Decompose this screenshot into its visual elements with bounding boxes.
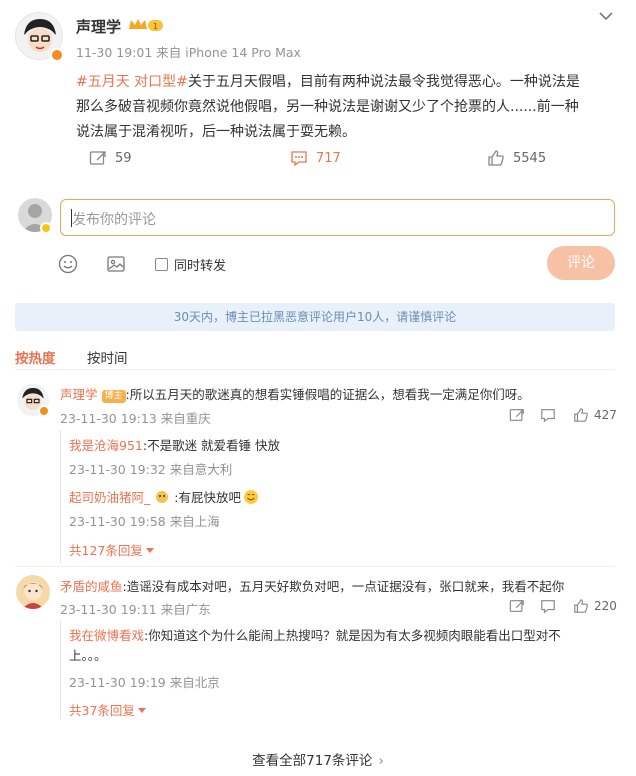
comment-notice: 30天内，博主已拉黑恶意评论用户10人，请谨慎评论 xyxy=(15,303,615,331)
reply-thread xyxy=(60,621,61,719)
comment-meta: 23-11-30 19:13 来自重庆 xyxy=(60,411,211,426)
post-author-name[interactable]: 声理学 xyxy=(76,16,121,37)
reply-icon[interactable] xyxy=(540,407,556,423)
topic-tag-link[interactable]: #五月天 对口型# xyxy=(76,74,188,90)
smile-emoji-icon xyxy=(243,489,259,505)
view-all-comments-link[interactable]: 查看全部717条评论 › xyxy=(0,749,636,769)
author-badge: 博主 xyxy=(101,390,126,403)
crown-badge-icon: 1 xyxy=(128,17,164,33)
like-button[interactable]: 5545 xyxy=(487,150,546,166)
reply-item: 我在微博看戏:你知道这个为什么能闹上热搜吗？就是因为有太多视频肉眼能看出口型对不… xyxy=(69,628,561,663)
submit-comment-button[interactable]: 评论 xyxy=(547,246,615,280)
also-repost-checkbox[interactable]: 同时转发 xyxy=(155,255,226,274)
reply-meta: 23-11-30 19:32 来自意大利 xyxy=(69,462,233,477)
image-icon[interactable] xyxy=(106,254,126,274)
comment-input[interactable]: 发布你的评论 xyxy=(60,199,615,236)
caret-down-icon xyxy=(145,548,154,553)
post-body: #五月天 对口型#关于五月天假唱，目前有两种说法最令我觉得恶心。一种说法是 那么… xyxy=(76,74,580,140)
reply-meta: 23-11-30 19:19 来自北京 xyxy=(69,675,220,690)
reply-author-link[interactable]: 起司奶油猪阿_ xyxy=(69,487,150,506)
reply-thread xyxy=(60,430,61,563)
divider xyxy=(15,566,615,567)
comment-meta: 23-11-30 19:11 来自广东 xyxy=(60,602,211,617)
post-meta: 11-30 19:01 来自 iPhone 14 Pro Max xyxy=(76,45,301,60)
chevron-down-icon[interactable] xyxy=(597,8,615,22)
tab-by-time[interactable]: 按时间 xyxy=(87,347,128,367)
comment-text: 声理学 博主:所以五月天的歌迷真的想看实锤假唱的证据么，想看我一定满足你们呀。 xyxy=(60,387,530,403)
tab-by-hot[interactable]: 按热度 xyxy=(15,347,56,367)
comment-author-link[interactable]: 矛盾的咸鱼 xyxy=(60,579,123,594)
comment-text: 矛盾的咸鱼:造谣没有成本对吧，五月天好欺负对吧，一点证据没有，张口就来，我看不起… xyxy=(60,579,565,594)
verified-badge-icon xyxy=(38,405,50,417)
sticker-icon xyxy=(154,490,170,504)
repost-icon xyxy=(89,151,106,165)
repost-button[interactable]: 59 xyxy=(89,150,132,166)
text-cursor xyxy=(71,209,72,227)
thumbs-up-icon xyxy=(488,150,504,166)
more-replies-link[interactable]: 共37条回复 xyxy=(69,700,146,719)
caret-down-icon xyxy=(137,708,146,713)
more-replies-link[interactable]: 共127条回复 xyxy=(69,540,154,559)
comment-avatar[interactable] xyxy=(16,575,50,609)
reply-item: 起司奶油猪阿_ :有屁快放吧 xyxy=(69,487,259,506)
reply-author-link[interactable]: 我是沧海951 xyxy=(69,438,143,453)
comment-author-link[interactable]: 声理学 xyxy=(60,387,98,402)
comment-like-button[interactable]: 220 xyxy=(573,598,617,614)
verified-badge-icon xyxy=(40,222,52,234)
verified-badge-icon xyxy=(50,48,64,62)
share-icon[interactable] xyxy=(509,598,525,614)
comment-button[interactable]: 717 xyxy=(290,150,341,166)
thumbs-up-icon xyxy=(574,408,588,422)
reply-meta: 23-11-30 19:58 来自上海 xyxy=(69,514,220,529)
thumbs-up-icon xyxy=(574,599,588,613)
comment-like-button[interactable]: 427 xyxy=(573,407,617,423)
share-icon[interactable] xyxy=(509,407,525,423)
comment-icon xyxy=(291,151,307,166)
reply-author-link[interactable]: 我在微博看戏 xyxy=(69,628,144,643)
emoji-icon[interactable] xyxy=(58,254,78,274)
svg-text:1: 1 xyxy=(153,22,158,31)
divider xyxy=(15,369,615,370)
chevron-right-icon: › xyxy=(378,753,384,769)
reply-item: 我是沧海951:不是歌迷 就爱看锤 快放 xyxy=(69,438,281,453)
reply-icon[interactable] xyxy=(540,598,556,614)
